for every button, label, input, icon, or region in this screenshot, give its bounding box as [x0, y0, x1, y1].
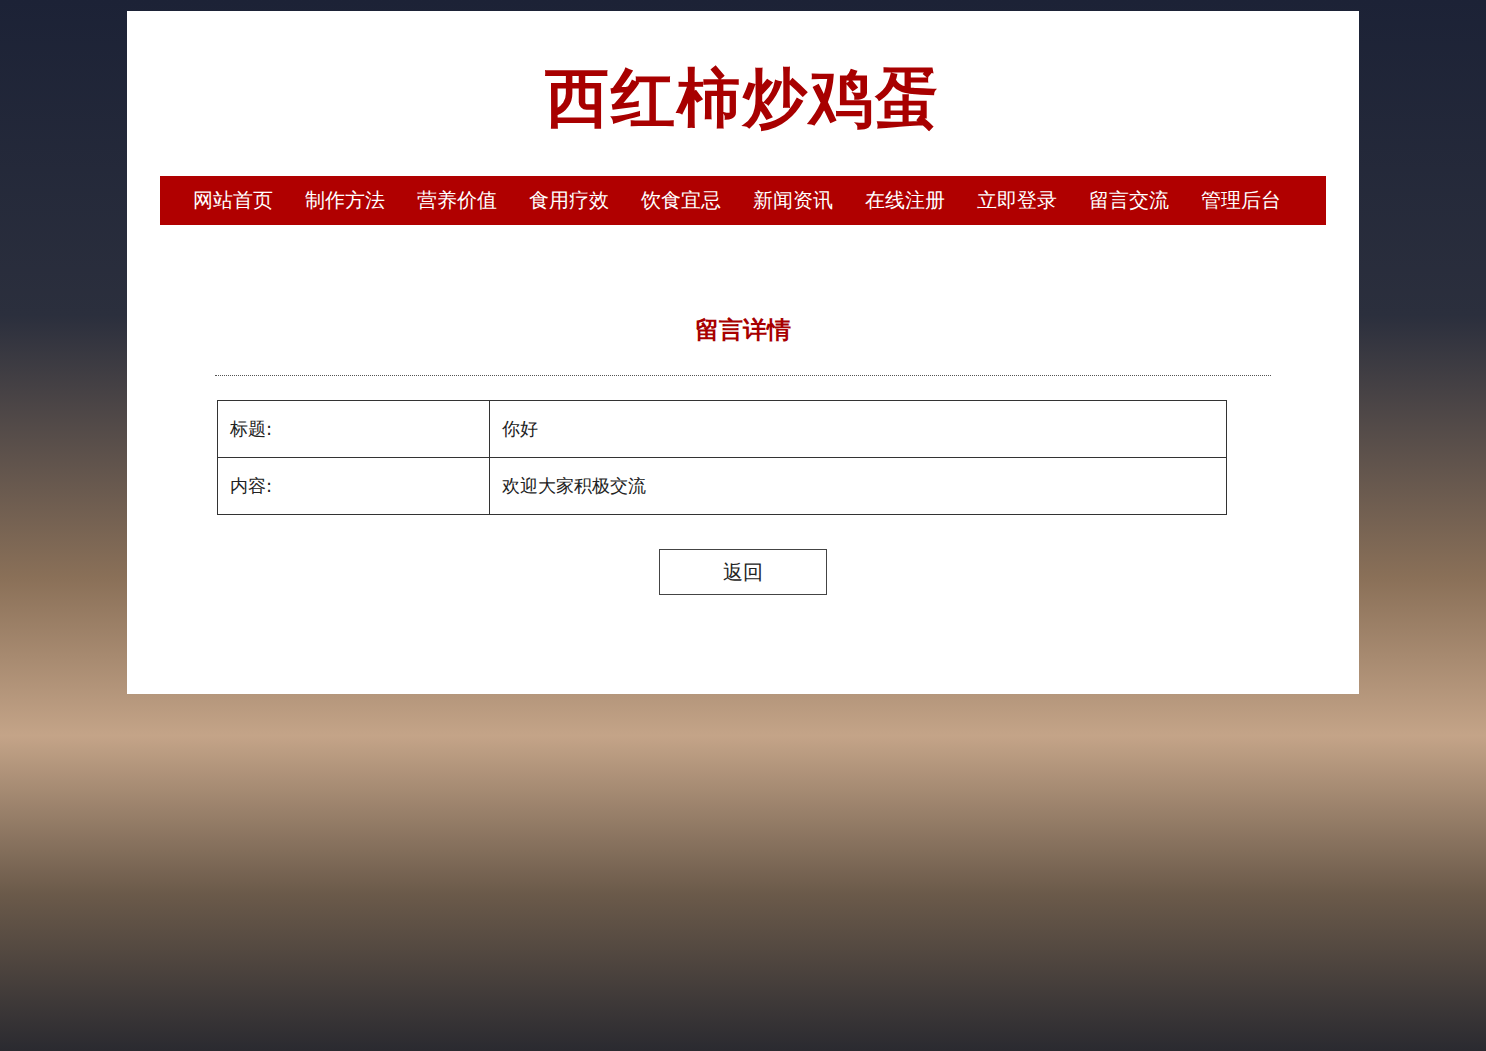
site-header: 西红柿炒鸡蛋 [127, 11, 1359, 176]
back-button[interactable]: 返回 [659, 549, 827, 595]
nav-bar: 网站首页制作方法营养价值食用疗效饮食宜忌新闻资讯在线注册立即登录留言交流管理后台 [160, 176, 1326, 225]
details-table: 标题:你好内容:欢迎大家积极交流 [217, 400, 1227, 515]
details-row: 内容:欢迎大家积极交流 [218, 458, 1227, 515]
nav-item[interactable]: 制作方法 [289, 187, 401, 214]
row-value: 欢迎大家积极交流 [490, 458, 1227, 515]
nav-item[interactable]: 网站首页 [177, 187, 289, 214]
actions: 返回 [127, 549, 1359, 595]
nav-item[interactable]: 新闻资讯 [737, 187, 849, 214]
row-label: 内容: [218, 458, 490, 515]
nav-item[interactable]: 立即登录 [961, 187, 1073, 214]
nav-item[interactable]: 食用疗效 [513, 187, 625, 214]
nav-item[interactable]: 管理后台 [1185, 187, 1297, 214]
row-label: 标题: [218, 401, 490, 458]
nav-item[interactable]: 留言交流 [1073, 187, 1185, 214]
row-value: 你好 [490, 401, 1227, 458]
site-title: 西红柿炒鸡蛋 [545, 55, 941, 142]
content-panel: 西红柿炒鸡蛋 网站首页制作方法营养价值食用疗效饮食宜忌新闻资讯在线注册立即登录留… [127, 11, 1359, 694]
page-background: 西红柿炒鸡蛋 网站首页制作方法营养价值食用疗效饮食宜忌新闻资讯在线注册立即登录留… [0, 0, 1486, 1051]
nav-item[interactable]: 在线注册 [849, 187, 961, 214]
nav-item[interactable]: 饮食宜忌 [625, 187, 737, 214]
nav-item[interactable]: 营养价值 [401, 187, 513, 214]
page-heading: 留言详情 [215, 315, 1271, 376]
details-row: 标题:你好 [218, 401, 1227, 458]
